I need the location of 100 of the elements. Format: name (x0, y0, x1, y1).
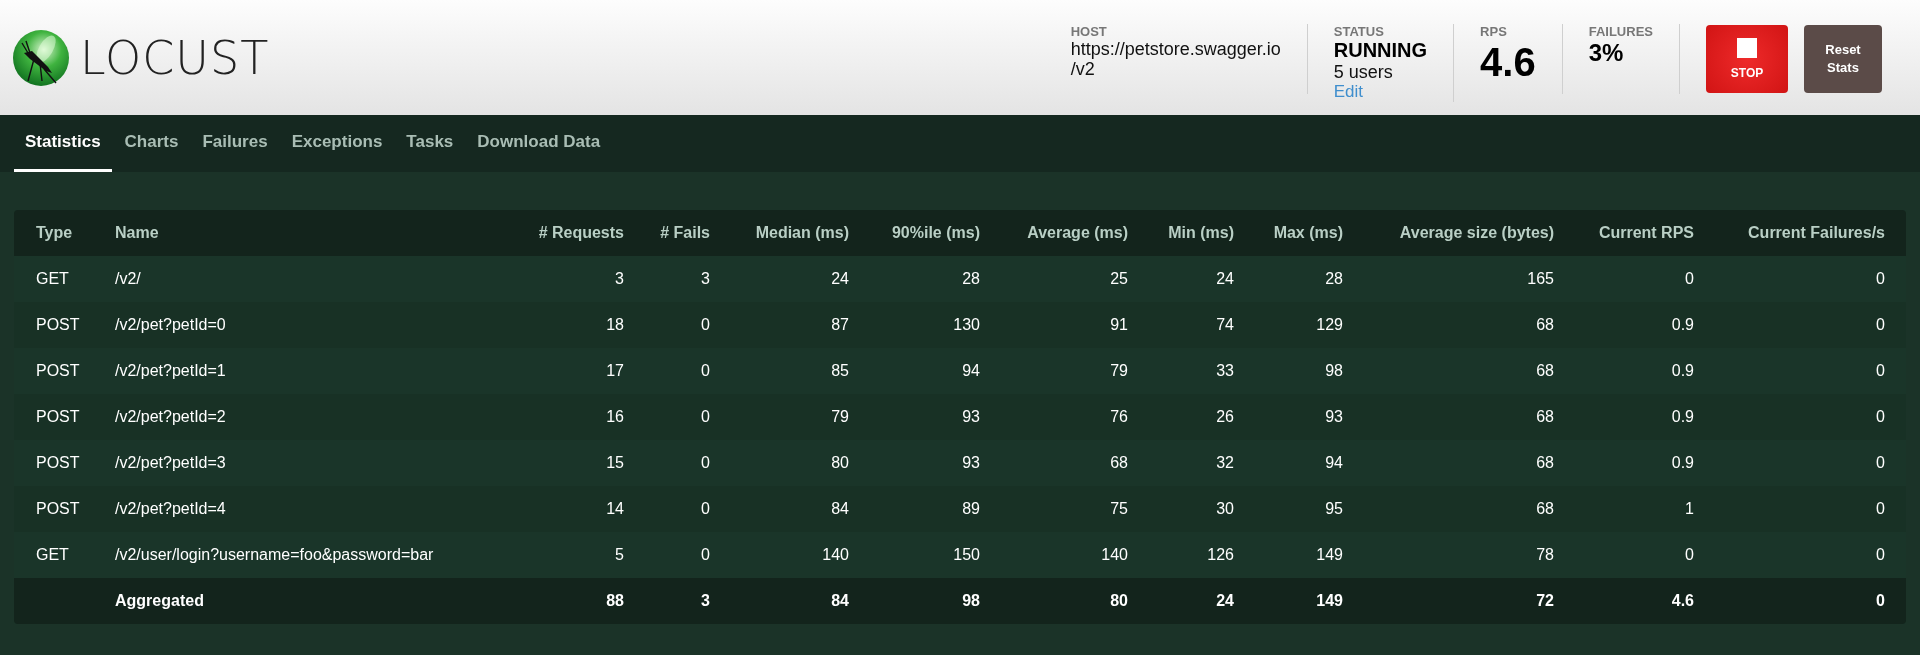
table-cell: 4.6 (1568, 578, 1708, 624)
tab[interactable]: Exceptions (280, 115, 394, 172)
table-cell: 140 (724, 532, 863, 578)
table-cell: 75 (994, 486, 1142, 532)
tab[interactable]: Statistics (14, 115, 112, 172)
rps-label: RPS (1480, 24, 1508, 39)
table-cell: 74 (1142, 302, 1248, 348)
table-cell: 28 (863, 256, 994, 302)
table-cell: POST (14, 302, 101, 348)
table-cell: 0 (1708, 256, 1906, 302)
table-cell: 0 (1708, 486, 1906, 532)
table-cell: 14 (520, 486, 638, 532)
table-cell: 88 (520, 578, 638, 624)
host-url: https://petstore.swagger.io (1070, 39, 1281, 59)
table-cell: 80 (994, 578, 1142, 624)
table-cell: 126 (1142, 532, 1248, 578)
table-cell: 149 (1248, 532, 1357, 578)
table-cell: 140 (994, 532, 1142, 578)
table-cell: 24 (1142, 578, 1248, 624)
table-cell: /v2/pet?petId=4 (101, 486, 520, 532)
column-header[interactable]: Average size (bytes) (1357, 210, 1568, 256)
table-cell: 26 (1142, 394, 1248, 440)
table-cell: 0 (1568, 256, 1708, 302)
tab[interactable]: Failures (191, 115, 279, 172)
table-cell: 0 (1568, 532, 1708, 578)
table-cell-text: 94 (961, 361, 981, 381)
table-cell-text: 0.9 (1670, 453, 1695, 473)
table-cell: 3 (520, 256, 638, 302)
table-cell: 0 (638, 394, 724, 440)
tab[interactable]: Charts (113, 115, 190, 172)
table-cell: 0 (1708, 532, 1906, 578)
column-header[interactable]: Median (ms) (724, 210, 863, 256)
table-cell: 68 (1357, 394, 1568, 440)
table-cell: 79 (724, 394, 863, 440)
host-label: HOST (1070, 24, 1108, 39)
table-cell: /v2/pet?petId=0 (101, 302, 520, 348)
table-cell: 76 (994, 394, 1142, 440)
table-cell: 25 (994, 256, 1142, 302)
table-cell-text: /v2/pet?petId=3 (114, 453, 227, 473)
host-url: /v2 (1070, 59, 1096, 79)
table-cell: 93 (1248, 394, 1357, 440)
table-cell: 0.9 (1568, 302, 1708, 348)
table-cell-text: 0 (1875, 361, 1886, 381)
table-cell-text: 0.9 (1670, 361, 1695, 381)
table-cell: 84 (724, 486, 863, 532)
column-header[interactable]: Max (ms) (1248, 210, 1357, 256)
column-header[interactable]: Name (101, 210, 520, 256)
table-cell: 68 (1357, 486, 1568, 532)
table-cell: 0 (638, 486, 724, 532)
column-header[interactable]: Min (ms) (1142, 210, 1248, 256)
column-header[interactable]: # Fails (638, 210, 724, 256)
column-header[interactable]: Average (ms) (994, 210, 1142, 256)
table-cell: 0 (1708, 394, 1906, 440)
table-cell: 30 (1142, 486, 1248, 532)
table-cell-text: 80 (830, 453, 850, 473)
table-cell: POST (14, 394, 101, 440)
table-cell-text: 85 (830, 361, 850, 381)
table-cell: Aggregated (101, 578, 520, 624)
table-cell-text: POST (35, 361, 81, 381)
table-cell: 24 (724, 256, 863, 302)
rps-value: 4.6 (1480, 39, 1536, 85)
stop-button[interactable]: STOP (1706, 25, 1788, 93)
table-cell-text: 32 (1215, 453, 1235, 473)
table-cell-text: 68 (1535, 361, 1555, 381)
table-cell-text: /v2/pet?petId=1 (114, 361, 227, 381)
logo-icon (12, 28, 70, 87)
table-cell: 165 (1357, 256, 1568, 302)
tab[interactable]: Tasks (395, 115, 465, 172)
table-cell-text: 0 (1875, 453, 1886, 473)
column-header[interactable]: # Requests (520, 210, 638, 256)
table-cell: 24 (1142, 256, 1248, 302)
table-cell: /v2/user/login?username=foo&password=bar (101, 532, 520, 578)
column-header[interactable]: Current RPS (1568, 210, 1708, 256)
table-cell-text: 15 (605, 453, 625, 473)
table-cell: 68 (1357, 302, 1568, 348)
stop-icon (1737, 38, 1757, 58)
column-header[interactable]: 90%ile (ms) (863, 210, 994, 256)
table-cell: 72 (1357, 578, 1568, 624)
table-cell: 89 (863, 486, 994, 532)
table-cell-text: 0 (700, 361, 711, 381)
table-cell: 0 (638, 302, 724, 348)
table-cell-text: POST (35, 453, 81, 473)
table-cell: 0 (1708, 302, 1906, 348)
reset-stats-button[interactable]: Reset Stats (1804, 25, 1882, 93)
table-cell: 16 (520, 394, 638, 440)
table-cell: 95 (1248, 486, 1357, 532)
tab[interactable]: Download Data (466, 115, 612, 172)
column-header[interactable]: Current Failures/s (1708, 210, 1906, 256)
table-cell: 98 (863, 578, 994, 624)
table-cell: GET (14, 256, 101, 302)
status-value: RUNNING (1333, 39, 1428, 62)
logo-text: LOCUST (80, 30, 270, 85)
table-cell-text: 0 (700, 453, 711, 473)
table-cell-text: 94 (1324, 453, 1344, 473)
column-header[interactable]: Type (14, 210, 101, 256)
user-count: 5 users (1333, 62, 1394, 82)
table-cell: 0.9 (1568, 394, 1708, 440)
table-cell: GET (14, 532, 101, 578)
failures-label: FAILURES (1588, 24, 1653, 39)
table-cell-text: 17 (605, 361, 625, 381)
